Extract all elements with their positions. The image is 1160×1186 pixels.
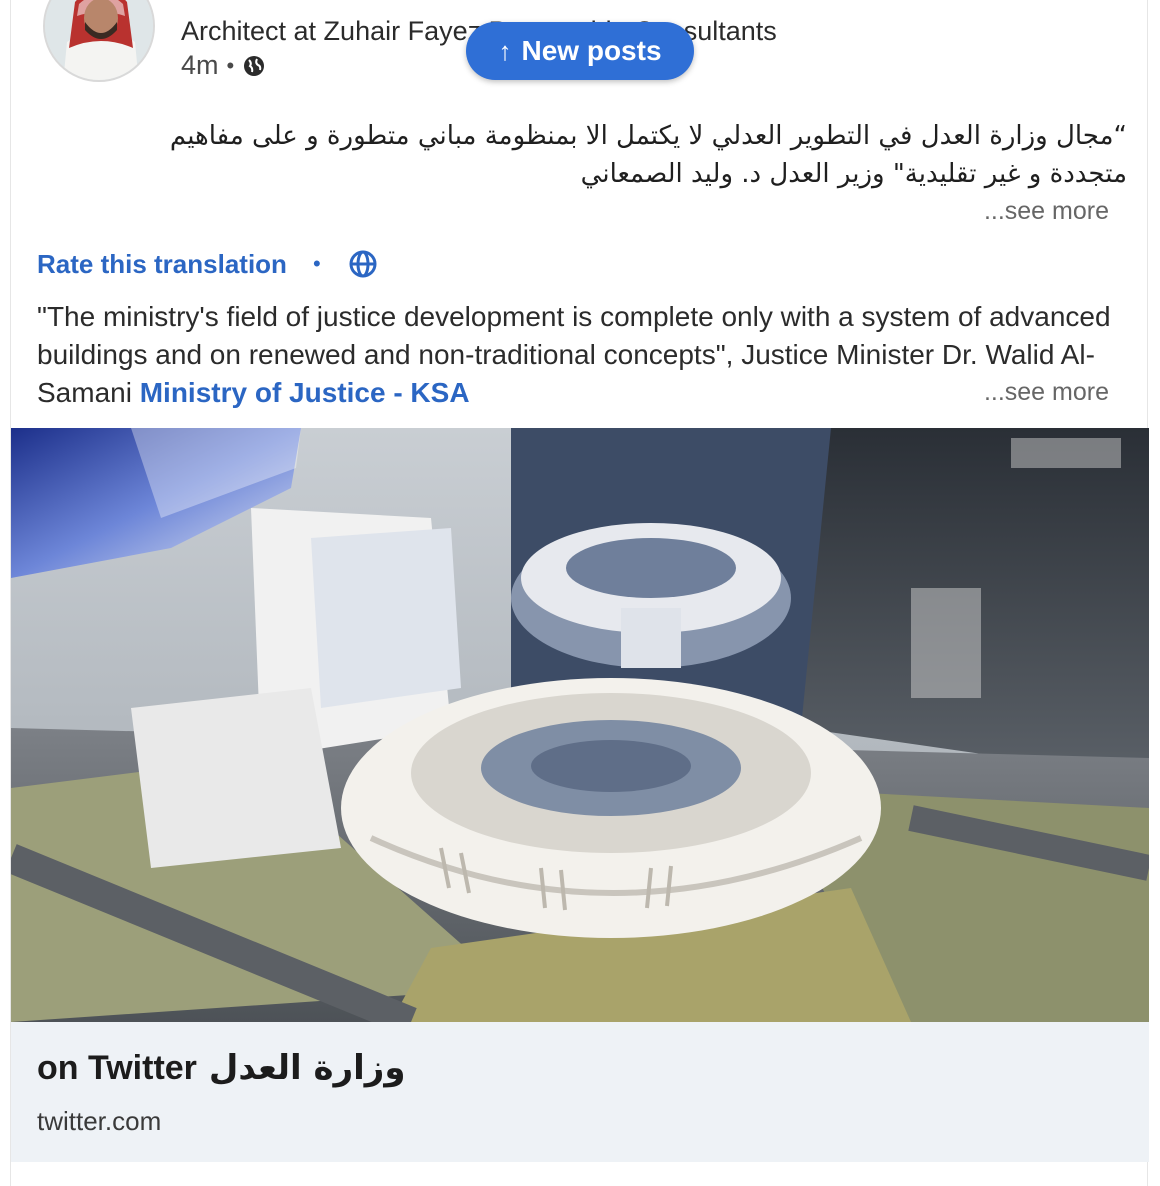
link-preview-domain: twitter.com	[37, 1106, 162, 1136]
author-avatar[interactable]	[43, 0, 155, 82]
globe-translate-icon[interactable]	[347, 248, 379, 280]
new-posts-button[interactable]: ↑ New posts	[466, 22, 694, 80]
translation-controls: Rate this translation •	[37, 248, 379, 280]
translated-text: "The ministry's field of justice develop…	[37, 298, 1127, 412]
see-more-link[interactable]: ...see more	[984, 197, 1109, 226]
feed-post-card: Architect at Zuhair Fayez Partnership Co…	[10, 0, 1149, 1186]
post-timestamp: 4m	[181, 50, 219, 80]
post-meta: 4m •	[181, 50, 266, 81]
meta-separator: •	[226, 52, 235, 78]
globe-icon	[244, 55, 265, 76]
new-posts-label: New posts	[521, 35, 662, 66]
arrow-up-icon: ↑	[498, 35, 512, 66]
architectural-model-image	[11, 428, 1149, 1022]
link-title-en: on Twitter	[37, 1049, 197, 1087]
link-title-ar: وزارة العدل	[208, 1048, 406, 1088]
post-text-line-1: “مجال وزارة العدل في التطوير العدلي لا ي…	[169, 121, 1127, 151]
ministry-mention-link[interactable]: Ministry of Justice - KSA	[140, 377, 470, 408]
link-preview-card[interactable]: on Twitter وزارة العدل twitter.com	[11, 1022, 1149, 1162]
post-image[interactable]	[11, 428, 1149, 1022]
rate-translation-link[interactable]: Rate this translation	[37, 249, 287, 280]
post-text-line-2: متجددة و غير تقليدية" وزير العدل د. وليد…	[580, 159, 1127, 189]
link-preview-title: on Twitter وزارة العدل	[37, 1048, 406, 1088]
see-more-translation-link[interactable]: ...see more	[984, 378, 1109, 407]
translate-separator: •	[312, 251, 321, 276]
